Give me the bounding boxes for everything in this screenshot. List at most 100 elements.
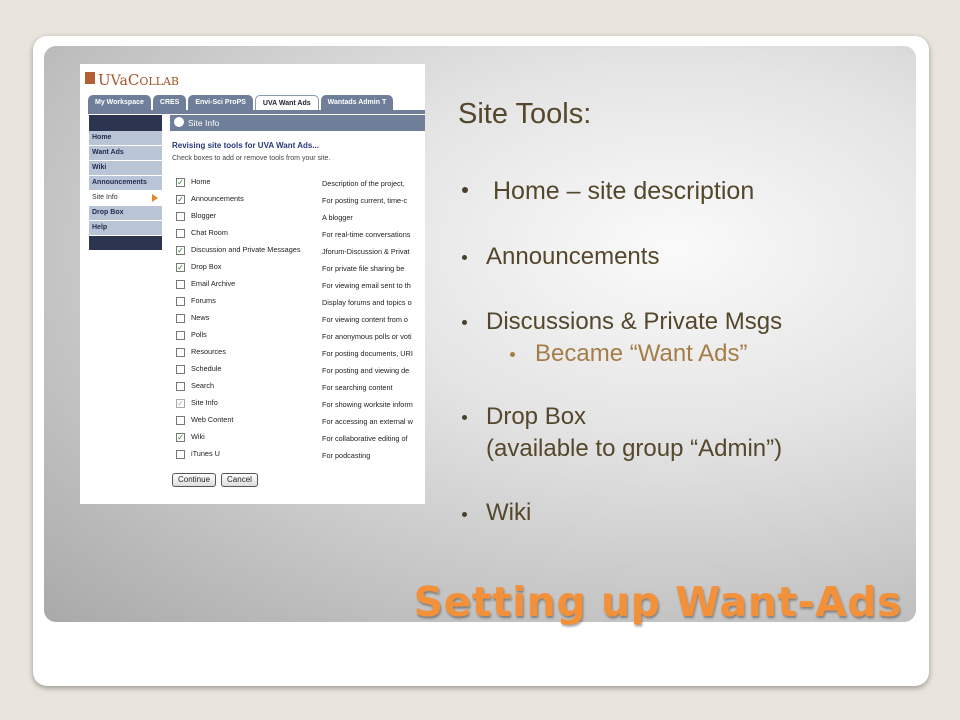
tool-name: Forums xyxy=(191,296,216,305)
bullet-home: Home – site description xyxy=(493,177,755,205)
tool-name: Discussion and Private Messages xyxy=(191,245,301,254)
bullet-dot-icon xyxy=(462,255,467,260)
tool-description: For private file sharing be xyxy=(322,264,405,273)
tool-checkbox[interactable]: ✓ xyxy=(176,399,185,408)
tool-description: A blogger xyxy=(322,213,353,222)
collab-screenshot: UVaCOLLAB My Workspace CRES Envi-Sci Pro… xyxy=(80,64,425,504)
tool-checkbox[interactable]: ✓ xyxy=(176,433,185,442)
tool-checkbox[interactable] xyxy=(176,212,185,221)
bullet-dot-icon xyxy=(462,512,467,517)
tool-row: ✓ Wiki For collaborative editing of xyxy=(176,431,425,448)
tool-reset-icon[interactable] xyxy=(174,117,184,127)
tool-description: Jforum-Discussion & Privat xyxy=(322,247,410,256)
sidebar-item-site-info[interactable]: Site Info xyxy=(89,191,162,206)
tool-row: Email Archive For viewing email sent to t… xyxy=(176,278,425,295)
tool-description: For accessing an external w xyxy=(322,417,413,426)
tool-checkbox[interactable] xyxy=(176,331,185,340)
tool-checkbox[interactable] xyxy=(176,382,185,391)
tool-name: Announcements xyxy=(191,194,244,203)
sidebar-item-drop-box[interactable]: Drop Box xyxy=(89,206,162,221)
sidebar-item-site-info-label: Site Info xyxy=(92,194,118,201)
tool-row: Polls For anonymous polls or voti xyxy=(176,329,425,346)
tool-row: News For viewing content from o xyxy=(176,312,425,329)
rotunda-logo-icon xyxy=(85,72,95,84)
cancel-button[interactable]: Cancel xyxy=(221,473,258,487)
tool-row: Web Content For accessing an external w xyxy=(176,414,425,431)
tab-envi-sci[interactable]: Envi-Sci ProPS xyxy=(188,95,253,110)
tool-name: Email Archive xyxy=(191,279,236,288)
tool-checkbox[interactable]: ✓ xyxy=(176,263,185,272)
tool-description: For viewing email sent to th xyxy=(322,281,411,290)
tool-description: Display forums and topics o xyxy=(322,298,412,307)
tool-row: Forums Display forums and topics o xyxy=(176,295,425,312)
tool-checkbox[interactable] xyxy=(176,280,185,289)
revising-title: Revising site tools for UVA Want Ads... xyxy=(172,141,319,150)
site-info-header: Site Info xyxy=(170,115,425,131)
tool-row: Search For searching content xyxy=(176,380,425,397)
tool-name: Web Content xyxy=(191,415,234,424)
tab-cres[interactable]: CRES xyxy=(152,95,187,110)
uvacollab-logo: UVaCOLLAB xyxy=(98,71,179,89)
tool-name: iTunes U xyxy=(191,449,220,458)
bullet-drop-box: Drop Box xyxy=(486,403,587,430)
tool-name: Chat Room xyxy=(191,228,228,237)
tool-row: Resources For posting documents, URI xyxy=(176,346,425,363)
tool-row: Blogger A blogger xyxy=(176,210,425,227)
slide-heading: Site Tools: xyxy=(458,98,592,130)
tool-row: Chat Room For real-time conversations xyxy=(176,227,425,244)
tool-description: For posting and viewing de xyxy=(322,366,410,375)
tool-checkbox[interactable] xyxy=(176,416,185,425)
tool-description: For anonymous polls or voti xyxy=(322,332,412,341)
continue-button[interactable]: Continue xyxy=(172,473,217,487)
tool-name: Search xyxy=(191,381,215,390)
tool-row: iTunes U For podcasting xyxy=(176,448,425,465)
tool-checkbox[interactable] xyxy=(176,348,185,357)
tab-underline xyxy=(88,110,425,114)
tab-my-workspace[interactable]: My Workspace xyxy=(88,95,151,110)
bullet-wiki: Wiki xyxy=(486,499,532,526)
tool-description: For viewing content from o xyxy=(322,315,408,324)
tool-name: Site Info xyxy=(191,398,218,407)
sidebar-item-want-ads[interactable]: Want Ads xyxy=(89,146,162,161)
tool-checkbox[interactable] xyxy=(176,314,185,323)
tool-checkbox[interactable]: ✓ xyxy=(176,178,185,187)
tools-list: ✓ Home Description of the project, ✓ Announ… xyxy=(176,176,425,465)
tool-checkbox[interactable]: ✓ xyxy=(176,195,185,204)
sidebar-item-home[interactable]: Home xyxy=(89,131,162,146)
tab-wantads-admin[interactable]: Wantads Admin T xyxy=(320,95,394,110)
tool-name: Blogger xyxy=(191,211,217,220)
site-info-title: Site Info xyxy=(188,118,220,128)
bullet-drop-box-note: (available to group “Admin”) xyxy=(486,435,783,462)
site-tabs: My Workspace CRES Envi-Sci ProPS UVA Wan… xyxy=(88,95,394,111)
tool-description: For showing worksite inform xyxy=(322,400,413,409)
tool-description: For real-time conversations xyxy=(322,230,411,239)
tool-name: Home xyxy=(191,177,211,186)
tool-name: Schedule xyxy=(191,364,222,373)
tool-row: ✓ Home Description of the project, xyxy=(176,176,425,193)
slide-title: Setting up Want-Ads xyxy=(413,578,902,626)
sidebar-item-help[interactable]: Help xyxy=(89,221,162,236)
tool-description: For searching content xyxy=(322,383,393,392)
tab-uva-want-ads[interactable]: UVA Want Ads xyxy=(254,95,319,111)
sidebar-item-announcements[interactable]: Announcements xyxy=(89,176,162,191)
tool-checkbox[interactable] xyxy=(176,365,185,374)
tool-name: Wiki xyxy=(191,432,205,441)
sub-bullet-dot-icon xyxy=(510,352,515,357)
tool-row: ✓ Discussion and Private Messages Jforum-D… xyxy=(176,244,425,261)
tool-description: For podcasting xyxy=(322,451,371,460)
tool-name: News xyxy=(191,313,210,322)
instructions-text: Check boxes to add or remove tools from … xyxy=(172,155,331,162)
tool-checkbox[interactable] xyxy=(176,297,185,306)
tool-description: For posting documents, URI xyxy=(322,349,413,358)
tool-row: Schedule For posting and viewing de xyxy=(176,363,425,380)
tool-name: Polls xyxy=(191,330,207,339)
tool-row: ✓ Drop Box For private file sharing be xyxy=(176,261,425,278)
tool-checkbox[interactable] xyxy=(176,450,185,459)
logo-va: Va xyxy=(110,73,128,89)
tool-name: Resources xyxy=(191,347,226,356)
tool-name: Drop Box xyxy=(191,262,222,271)
sidebar-item-wiki[interactable]: Wiki xyxy=(89,161,162,176)
tool-sidebar: Home Want Ads Wiki Announcements Site In… xyxy=(89,115,162,250)
tool-checkbox[interactable] xyxy=(176,229,185,238)
tool-checkbox[interactable]: ✓ xyxy=(176,246,185,255)
